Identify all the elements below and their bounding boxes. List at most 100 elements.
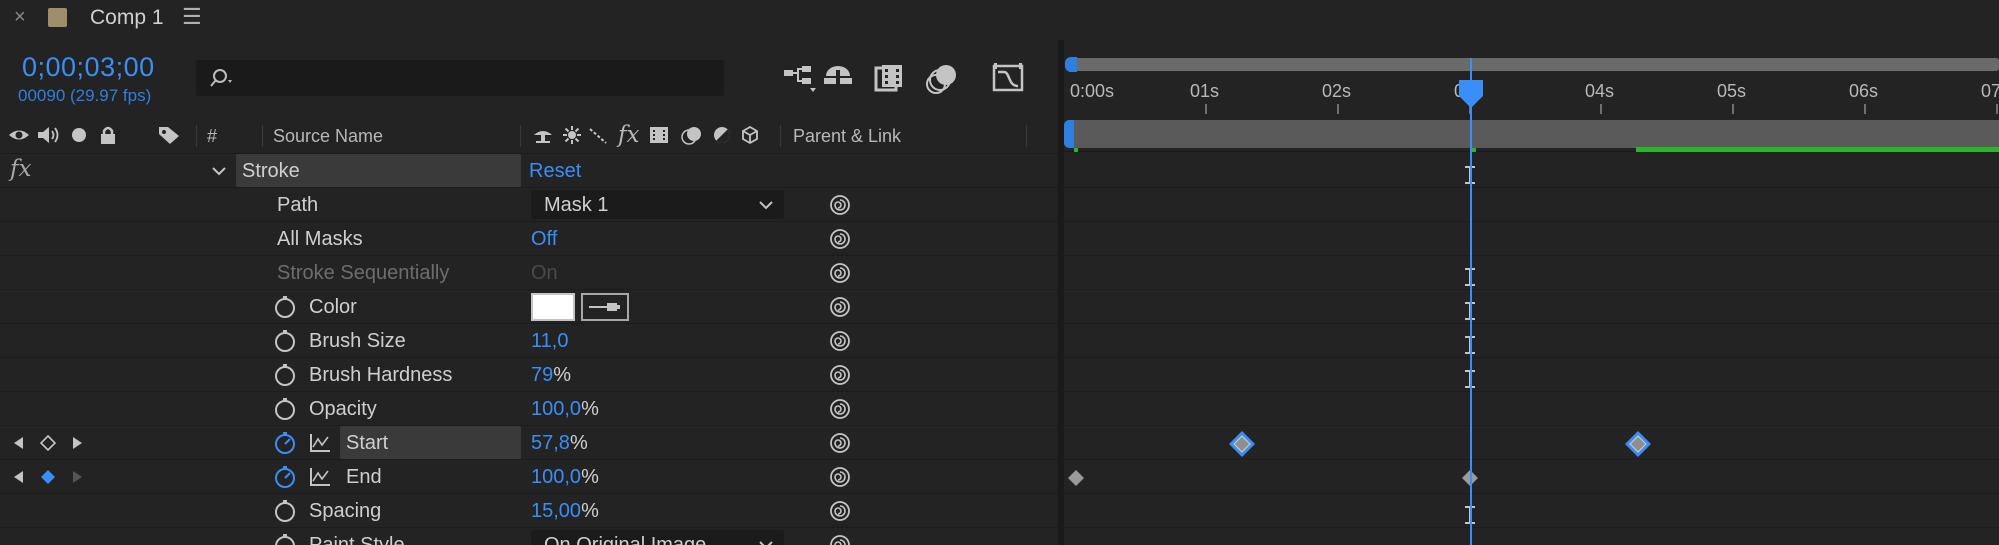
effect-reset-link[interactable]: Reset <box>529 160 581 183</box>
layer-property-list: fx Stroke Reset Path Mask 1 All Masks Of… <box>0 154 1058 545</box>
timeline-row <box>1064 494 1999 528</box>
add-keyframe-icon[interactable] <box>40 435 56 451</box>
collapse-transform-icon[interactable] <box>562 125 582 145</box>
timeline-row <box>1064 256 1999 290</box>
timeline-area[interactable]: 0:00s 01s 02s 03s 04s 05s 06s 07s <box>1064 40 1999 545</box>
time-navigator-bar[interactable] <box>1070 58 1999 71</box>
property-name[interactable]: Start <box>346 432 388 455</box>
close-tab-icon[interactable]: × <box>14 6 26 29</box>
previous-keyframe-icon[interactable] <box>12 470 24 484</box>
property-name[interactable]: End <box>346 466 382 489</box>
playhead-handle[interactable] <box>1456 78 1486 110</box>
effect-row-stroke[interactable]: fx Stroke Reset <box>0 154 1058 188</box>
property-row: Opacity 100,0% <box>0 392 1058 426</box>
fx-switch-icon[interactable]: fx <box>10 156 31 182</box>
paint-style-dropdown[interactable]: On Original Image <box>531 530 784 545</box>
layer-search-input[interactable] <box>196 60 724 96</box>
property-value[interactable]: 100,0 <box>531 466 581 488</box>
color-swatch[interactable] <box>531 293 575 321</box>
solo-icon[interactable] <box>70 125 88 145</box>
pick-whip-icon[interactable] <box>829 500 851 522</box>
pick-whip-icon[interactable] <box>829 466 851 488</box>
keyframe-start-2[interactable] <box>1623 429 1653 459</box>
current-time-display[interactable]: 0;00;03;00 <box>22 52 155 83</box>
3d-layer-icon[interactable] <box>740 125 760 145</box>
dropdown-value: On Original Image <box>544 534 707 545</box>
stopwatch-icon[interactable] <box>273 329 297 353</box>
label-tag-icon[interactable] <box>157 125 181 145</box>
effect-name[interactable]: Stroke <box>242 160 300 183</box>
property-value-group: 57,8% <box>531 432 588 455</box>
chevron-down-icon[interactable] <box>211 165 227 177</box>
draft-3d-icon[interactable] <box>818 60 858 96</box>
next-keyframe-icon[interactable] <box>72 436 84 450</box>
previous-keyframe-icon[interactable] <box>12 436 24 450</box>
time-navigator-start-handle[interactable] <box>1065 57 1077 72</box>
column-separator <box>262 125 263 147</box>
timeline-row <box>1064 324 1999 358</box>
stopwatch-icon[interactable] <box>273 499 297 523</box>
graph-editor-toggle-icon[interactable] <box>309 467 331 487</box>
keyframe-on-icon[interactable] <box>40 469 56 485</box>
stopwatch-icon[interactable] <box>273 533 297 545</box>
source-name-column-header[interactable]: Source Name <box>273 126 383 147</box>
keyframe-start-1[interactable] <box>1227 429 1257 459</box>
layer-duration-bar[interactable] <box>1636 147 1999 152</box>
adjustment-layer-icon[interactable] <box>712 125 732 145</box>
property-row: Color <box>0 290 1058 324</box>
next-keyframe-icon[interactable] <box>72 470 84 484</box>
frame-blending-icon[interactable] <box>870 60 910 96</box>
work-area-bar[interactable] <box>1072 120 1999 148</box>
dropdown-value: Mask 1 <box>544 194 609 216</box>
pick-whip-icon[interactable] <box>829 262 851 284</box>
pick-whip-icon[interactable] <box>829 432 851 454</box>
property-name: Opacity <box>309 398 377 420</box>
pick-whip-icon[interactable] <box>829 364 851 386</box>
work-area-start-handle[interactable] <box>1064 120 1074 148</box>
quality-icon[interactable] <box>588 125 608 145</box>
motion-blur-icon[interactable] <box>922 60 962 96</box>
parent-link-column-header[interactable]: Parent & Link <box>793 126 901 147</box>
graph-editor-icon[interactable] <box>988 60 1028 96</box>
keyframe-end-1[interactable] <box>1067 469 1085 487</box>
comp-flowchart-icon[interactable] <box>780 60 820 96</box>
effects-column-icon[interactable]: fx <box>618 122 639 148</box>
stopwatch-active-icon[interactable] <box>273 431 297 455</box>
time-ruler[interactable]: 0:00s 01s 02s 03s 04s 05s 06s 07s <box>1064 76 1999 152</box>
pick-whip-icon[interactable] <box>829 228 851 250</box>
video-visibility-icon[interactable] <box>8 125 30 145</box>
shy-icon[interactable] <box>532 125 554 145</box>
layer-marker <box>1472 148 1476 152</box>
stopwatch-icon[interactable] <box>273 397 297 421</box>
pick-whip-icon[interactable] <box>829 398 851 420</box>
property-value[interactable]: 11,0 <box>531 330 568 353</box>
graph-editor-toggle-icon[interactable] <box>309 433 331 453</box>
number-column-header[interactable]: # <box>207 126 217 147</box>
panel-menu-icon[interactable]: ☰ <box>182 4 202 30</box>
stopwatch-icon[interactable] <box>273 295 297 319</box>
property-name: Paint Style <box>309 534 405 545</box>
playhead-line[interactable] <box>1470 58 1472 545</box>
frame-blend-column-icon[interactable] <box>648 125 670 145</box>
property-value[interactable]: Off <box>531 228 557 251</box>
eyedropper-button[interactable] <box>581 293 629 321</box>
column-separator <box>1026 125 1027 147</box>
property-value[interactable]: 57,8 <box>531 432 570 454</box>
motion-blur-column-icon[interactable] <box>680 125 704 145</box>
lock-icon[interactable] <box>98 125 118 145</box>
property-value[interactable]: 15,00 <box>531 500 581 522</box>
pick-whip-icon[interactable] <box>829 296 851 318</box>
stopwatch-icon[interactable] <box>273 363 297 387</box>
comp-tab-title[interactable]: Comp 1 <box>90 6 164 30</box>
pick-whip-icon[interactable] <box>829 534 851 545</box>
eyedropper-icon <box>589 303 620 311</box>
property-row: Start 57,8% <box>0 426 1058 460</box>
pick-whip-icon[interactable] <box>829 194 851 216</box>
stopwatch-active-icon[interactable] <box>273 465 297 489</box>
timeline-row <box>1064 188 1999 222</box>
pick-whip-icon[interactable] <box>829 330 851 352</box>
property-value[interactable]: 100,0 <box>531 398 581 420</box>
path-dropdown[interactable]: Mask 1 <box>531 190 784 219</box>
audio-icon[interactable] <box>36 125 60 145</box>
property-value[interactable]: 79 <box>531 364 553 386</box>
